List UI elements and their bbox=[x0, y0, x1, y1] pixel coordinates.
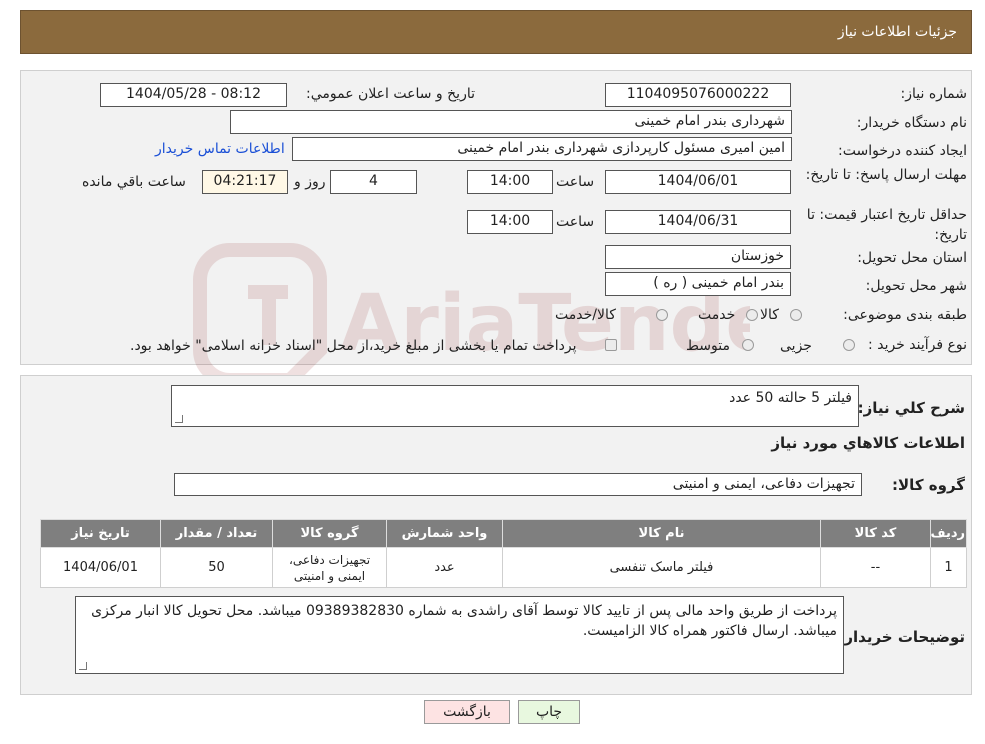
days-field: 4 bbox=[330, 170, 417, 194]
resize-grip-icon[interactable] bbox=[79, 662, 87, 670]
days-label: روز و bbox=[294, 174, 326, 190]
buyer-contact-link[interactable]: اطلاعات تماس خریدار bbox=[155, 141, 285, 157]
process-label: نوع فرآیند خرید : bbox=[868, 337, 967, 353]
resize-grip-icon[interactable] bbox=[175, 415, 183, 423]
table-row: 1 -- فیلتر ماسک تنفسی عدد تجهیزات دفاعی،… bbox=[40, 547, 967, 588]
goods-section-title: اطلاعات کالاهاي مورد نیاز bbox=[771, 434, 965, 452]
description-text: فیلتر 5 حالته 50 عدد bbox=[729, 390, 852, 406]
city-label: شهر محل تحویل: bbox=[865, 278, 967, 294]
category-radio-service[interactable] bbox=[746, 309, 758, 321]
col-name-header: نام کالا bbox=[502, 519, 821, 548]
cell-row: 1 bbox=[930, 547, 967, 588]
creator-field: امین امیری مسئول کارپردازی شهرداری بندر … bbox=[292, 137, 792, 161]
category-radio-goods-service[interactable] bbox=[656, 309, 668, 321]
category-radio-goods[interactable] bbox=[790, 309, 802, 321]
col-code-header: کد کالا bbox=[820, 519, 931, 548]
back-button[interactable]: بازگشت bbox=[424, 700, 510, 724]
description-label: شرح کلي نیاز: bbox=[857, 399, 965, 417]
announce-field: 1404/05/28 - 08:12 bbox=[100, 83, 287, 107]
province-label: استان محل تحویل: bbox=[857, 250, 967, 266]
need-number-field: 1104095076000222 bbox=[605, 83, 791, 107]
validity-date-field: 1404/06/31 bbox=[605, 210, 791, 234]
city-field: بندر امام خمینی ( ره ) bbox=[605, 272, 791, 296]
cell-group: تجهیزات دفاعی، ایمنی و امنیتی bbox=[272, 547, 387, 588]
page-title: جزئیات اطلاعات نیاز bbox=[837, 24, 957, 40]
buyer-org-field: شهرداری بندر امام خمینی bbox=[230, 110, 792, 134]
goods-group-label: گروه کالا: bbox=[892, 476, 965, 494]
deadline-time-label: ساعت bbox=[556, 174, 595, 190]
validity-label: حداقل تاریخ اعتبار قیمت: تا تاریخ: bbox=[806, 207, 967, 243]
col-qty-header: تعداد / مقدار bbox=[160, 519, 273, 548]
page-header: جزئیات اطلاعات نیاز bbox=[20, 10, 972, 54]
buyer-notes-label: توضیحات خریدار: bbox=[838, 628, 965, 646]
items-table: ردیف کد کالا نام کالا واحد شمارش گروه کا… bbox=[40, 519, 967, 588]
description-textarea[interactable]: فیلتر 5 حالته 50 عدد bbox=[171, 385, 859, 427]
category-option-service: خدمت bbox=[698, 307, 736, 323]
items-table-header: ردیف کد کالا نام کالا واحد شمارش گروه کا… bbox=[40, 519, 967, 548]
process-treasury-checkbox[interactable] bbox=[605, 339, 617, 351]
deadline-date-field: 1404/06/01 bbox=[605, 170, 791, 194]
process-radio-medium[interactable] bbox=[742, 339, 754, 351]
category-label: طبقه بندی موضوعی: bbox=[843, 307, 967, 323]
announce-label: تاریخ و ساعت اعلان عمومي: bbox=[306, 86, 475, 102]
process-option-minor: جزیی bbox=[780, 338, 812, 354]
validity-time-field: 14:00 bbox=[467, 210, 553, 234]
deadline-label: مهلت ارسال پاسخ: تا تاریخ: bbox=[805, 167, 967, 183]
buyer-notes-text: پرداخت از طریق واحد مالی پس از تایید کال… bbox=[91, 603, 837, 639]
cell-qty: 50 bbox=[160, 547, 273, 588]
deadline-time-field: 14:00 bbox=[467, 170, 553, 194]
col-unit-header: واحد شمارش bbox=[386, 519, 503, 548]
cell-name: فیلتر ماسک تنفسی bbox=[502, 547, 821, 588]
buyer-notes-textarea[interactable]: پرداخت از طریق واحد مالی پس از تایید کال… bbox=[75, 596, 844, 674]
process-radio-minor[interactable] bbox=[843, 339, 855, 351]
col-date-header: تاریخ نیاز bbox=[40, 519, 161, 548]
creator-label: ایجاد کننده درخواست: bbox=[838, 143, 967, 159]
cell-unit: عدد bbox=[386, 547, 503, 588]
remaining-time-label: ساعت باقي مانده bbox=[82, 174, 186, 190]
process-note: پرداخت تمام یا بخشی از مبلغ خرید،از محل … bbox=[130, 338, 577, 354]
category-option-goods: کالا bbox=[760, 307, 779, 323]
print-button[interactable]: چاپ bbox=[518, 700, 580, 724]
buyer-org-label: نام دستگاه خریدار: bbox=[856, 115, 967, 131]
province-field: خوزستان bbox=[605, 245, 791, 269]
validity-time-label: ساعت bbox=[556, 214, 595, 230]
process-option-medium: متوسط bbox=[686, 338, 730, 354]
need-number-label: شماره نیاز: bbox=[900, 86, 968, 102]
remaining-time-field: 04:21:17 bbox=[202, 170, 288, 194]
cell-code: -- bbox=[820, 547, 931, 588]
goods-group-field: تجهیزات دفاعی، ایمنی و امنیتی bbox=[174, 473, 862, 496]
cell-date: 1404/06/01 bbox=[40, 547, 161, 588]
col-group-header: گروه کالا bbox=[272, 519, 387, 548]
col-row-header: ردیف bbox=[930, 519, 967, 548]
category-option-goods-service: کالا/خدمت bbox=[555, 307, 616, 323]
